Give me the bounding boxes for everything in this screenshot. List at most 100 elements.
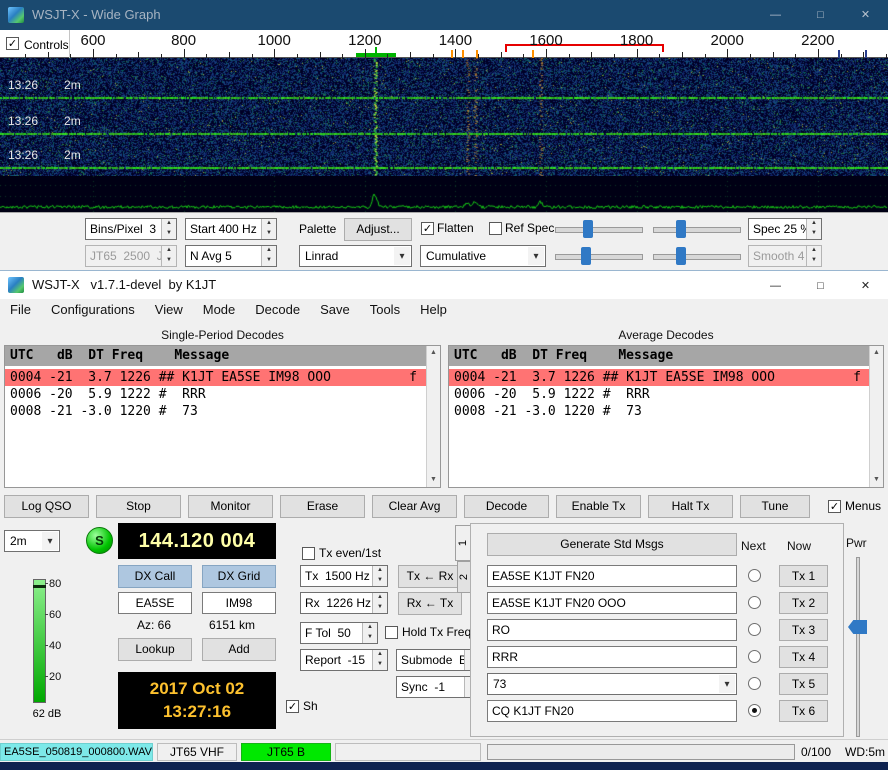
scroll-down-icon[interactable]: ▼ xyxy=(427,473,440,487)
scrollbar[interactable]: ▲ ▼ xyxy=(869,346,883,487)
tx6-now-button[interactable]: Tx 6 xyxy=(779,700,828,722)
spin-up-icon[interactable]: ▲ xyxy=(162,219,176,229)
waterfall-display[interactable] xyxy=(0,58,888,176)
waterfall-zero-slider[interactable] xyxy=(651,218,743,240)
spinner-arrows[interactable]: ▲▼ xyxy=(362,623,377,643)
log-qso-button[interactable]: Log QSO xyxy=(4,495,89,518)
menu-configurations[interactable]: Configurations xyxy=(41,299,145,321)
menu-save[interactable]: Save xyxy=(310,299,360,321)
pwr-slider-handle[interactable] xyxy=(848,620,867,634)
rx-from-tx-button[interactable]: Rx ← Tx xyxy=(398,592,462,615)
spin-up-icon[interactable]: ▲ xyxy=(262,219,276,229)
spin-down-icon[interactable]: ▼ xyxy=(807,229,821,239)
tx4-message-field[interactable] xyxy=(487,646,737,668)
main-titlebar[interactable]: WSJT-X v1.7.1-devel by K1JT — □ ✕ xyxy=(0,271,888,299)
spinner-arrows[interactable]: ▲▼ xyxy=(161,219,176,239)
tx5-now-button[interactable]: Tx 5 xyxy=(779,673,828,695)
tx2-next-radio[interactable] xyxy=(748,596,761,609)
slider-handle[interactable] xyxy=(676,247,686,265)
erase-button[interactable]: Erase xyxy=(280,495,365,518)
spin-up-icon[interactable]: ▲ xyxy=(373,593,387,603)
slider-handle[interactable] xyxy=(581,247,591,265)
spinner-arrows[interactable]: ▲▼ xyxy=(372,650,387,670)
chevron-down-icon[interactable]: ▾ xyxy=(719,675,735,693)
tx6-message-field[interactable] xyxy=(487,700,737,722)
hold-tx-freq-checkbox[interactable] xyxy=(385,626,398,639)
tx-even-checkbox[interactable] xyxy=(302,547,315,560)
decode-row[interactable]: 0004 -21 3.7 1226 ## K1JT EA5SE IM98 OOO… xyxy=(449,369,869,386)
slider-handle[interactable] xyxy=(676,220,686,238)
f-tol-spinner[interactable]: F Tol 50 ▲▼ xyxy=(300,622,378,644)
menu-view[interactable]: View xyxy=(145,299,193,321)
tx4-next-radio[interactable] xyxy=(748,650,761,663)
close-button[interactable]: ✕ xyxy=(843,0,888,30)
spinner-arrows[interactable]: ▲▼ xyxy=(806,219,821,239)
halt-tx-button[interactable]: Halt Tx xyxy=(648,495,733,518)
menus-checkbox[interactable]: ✓ xyxy=(828,500,841,513)
tx1-now-button[interactable]: Tx 1 xyxy=(779,565,828,587)
ref-spec-checkbox[interactable] xyxy=(489,222,502,235)
decode-button[interactable]: Decode xyxy=(464,495,549,518)
start-freq-spinner[interactable]: Start 400 Hz ▲▼ xyxy=(185,218,277,240)
bins-per-pixel-spinner[interactable]: Bins/Pixel 3 ▲▼ xyxy=(85,218,177,240)
slider-handle[interactable] xyxy=(583,220,593,238)
decode-row[interactable]: 0008 -21 -3.0 1220 # 73 xyxy=(5,403,426,420)
scroll-up-icon[interactable]: ▲ xyxy=(427,346,440,360)
waterfall-gain-slider[interactable] xyxy=(553,218,645,240)
tx1-next-radio[interactable] xyxy=(748,569,761,582)
spin-up-icon[interactable]: ▲ xyxy=(363,623,377,633)
spinner-arrows[interactable]: ▲▼ xyxy=(261,246,276,266)
chevron-down-icon[interactable]: ▾ xyxy=(394,247,410,265)
frequency-ruler[interactable]: 6008001000120014001600180020002200 xyxy=(0,30,888,58)
tab-1[interactable]: 1 xyxy=(455,525,471,561)
dx-call-field[interactable] xyxy=(118,592,192,614)
tx2-message-field[interactable] xyxy=(487,592,737,614)
tx3-message-field[interactable] xyxy=(487,619,737,641)
spin-down-icon[interactable]: ▼ xyxy=(373,576,387,586)
spin-up-icon[interactable]: ▲ xyxy=(807,219,821,229)
spinner-arrows[interactable]: ▲▼ xyxy=(372,566,387,586)
tx5-next-radio[interactable] xyxy=(748,677,761,690)
dx-grid-field[interactable] xyxy=(202,592,276,614)
dx-grid-button[interactable]: DX Grid xyxy=(202,565,276,588)
stop-button[interactable]: Stop xyxy=(96,495,181,518)
sh-checkbox[interactable]: ✓ xyxy=(286,700,299,713)
monitor-button[interactable]: Monitor xyxy=(188,495,273,518)
chevron-down-icon[interactable]: ▾ xyxy=(528,247,544,265)
spectrum-type-combo[interactable]: Cumulative ▾ xyxy=(420,245,546,267)
spin-up-icon[interactable]: ▲ xyxy=(262,246,276,256)
spin-down-icon[interactable]: ▼ xyxy=(162,229,176,239)
scrollbar[interactable]: ▲ ▼ xyxy=(426,346,440,487)
spin-down-icon[interactable]: ▼ xyxy=(262,229,276,239)
adjust-palette-button[interactable]: Adjust... xyxy=(344,218,412,241)
tab-2[interactable]: 2 xyxy=(457,561,471,593)
generate-std-msgs-button[interactable]: Generate Std Msgs xyxy=(487,533,737,556)
scroll-down-icon[interactable]: ▼ xyxy=(870,473,883,487)
pwr-slider-track[interactable] xyxy=(856,557,860,737)
spin-down-icon[interactable]: ▼ xyxy=(262,256,276,266)
decode-row[interactable]: 0006 -20 5.9 1222 # RRR xyxy=(449,386,869,403)
spectrum-display[interactable] xyxy=(0,176,888,212)
tx4-now-button[interactable]: Tx 4 xyxy=(779,646,828,668)
close-button[interactable]: ✕ xyxy=(843,271,888,301)
decode-row[interactable]: 0004 -21 3.7 1226 ## K1JT EA5SE IM98 OOO… xyxy=(5,369,426,386)
dx-call-button[interactable]: DX Call xyxy=(118,565,192,588)
spectrum-gain-slider[interactable] xyxy=(553,245,645,267)
enable-tx-button[interactable]: Enable Tx xyxy=(556,495,641,518)
tx3-now-button[interactable]: Tx 3 xyxy=(779,619,828,641)
spin-up-icon[interactable]: ▲ xyxy=(373,566,387,576)
sync-spinner[interactable]: Sync -1 ▲▼ xyxy=(396,676,480,698)
rig-status-indicator[interactable]: S xyxy=(86,527,113,554)
tx6-next-radio[interactable] xyxy=(748,704,761,717)
tx5-message-combo[interactable]: 73 ▾ xyxy=(487,673,737,695)
spin-down-icon[interactable]: ▼ xyxy=(363,633,377,643)
band-combo[interactable]: 2m ▾ xyxy=(4,530,60,552)
lookup-button[interactable]: Lookup xyxy=(118,638,192,661)
spinner-arrows[interactable]: ▲▼ xyxy=(261,219,276,239)
spectrum-zero-slider[interactable] xyxy=(651,245,743,267)
maximize-button[interactable]: □ xyxy=(798,0,843,30)
tx2-now-button[interactable]: Tx 2 xyxy=(779,592,828,614)
tx3-next-radio[interactable] xyxy=(748,623,761,636)
minimize-button[interactable]: — xyxy=(753,0,798,30)
n-avg-spinner[interactable]: N Avg 5 ▲▼ xyxy=(185,245,277,267)
